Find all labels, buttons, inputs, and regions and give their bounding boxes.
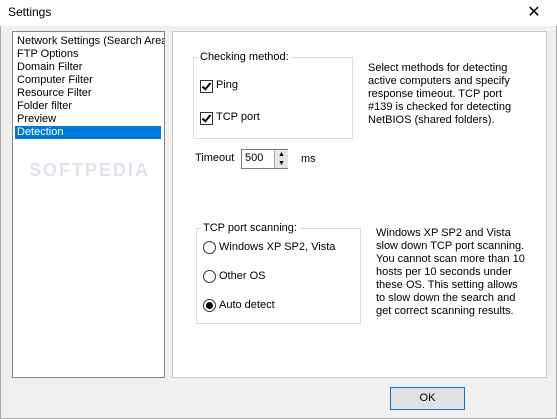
radio-other-os[interactable] xyxy=(203,270,216,283)
timeout-label: Timeout xyxy=(195,152,235,164)
radio-other-os-label[interactable]: Other OS xyxy=(219,270,265,282)
checking-method-legend: Checking method: xyxy=(198,51,291,63)
sidebar-item-preview[interactable]: Preview xyxy=(15,113,58,126)
checking-method-group xyxy=(193,57,353,139)
up-arrow-icon[interactable]: ▲ xyxy=(274,150,288,159)
tcp-port-scanning-description: Windows XP SP2 and Vista slow down TCP p… xyxy=(376,227,525,317)
down-arrow-icon[interactable]: ▼ xyxy=(274,159,288,168)
tcp-port-label[interactable]: TCP port xyxy=(216,111,260,123)
settings-window: Settings ✕ Network Settings (Search Area… xyxy=(0,0,557,419)
radio-auto-detect[interactable] xyxy=(203,299,216,312)
radio-auto-detect-label[interactable]: Auto detect xyxy=(219,299,275,311)
timeout-unit: ms xyxy=(301,153,316,165)
sidebar-item-resource-filter[interactable]: Resource Filter xyxy=(15,87,94,100)
tcp-port-scanning-legend: TCP port scanning: xyxy=(201,222,299,234)
sidebar-item-domain-filter[interactable]: Domain Filter xyxy=(15,61,84,74)
softpedia-watermark: SOFTPEDIA xyxy=(29,160,151,180)
sidebar-item-detection[interactable]: Detection xyxy=(15,126,161,139)
timeout-value[interactable]: 500 xyxy=(245,152,263,164)
ok-button[interactable]: OK xyxy=(390,387,465,410)
timeout-spinbox[interactable]: 500 ▲ ▼ xyxy=(241,149,288,169)
title-bar: Settings ✕ xyxy=(0,0,557,26)
sidebar-item-ftp-options[interactable]: FTP Options xyxy=(15,48,81,61)
tcp-port-checkbox[interactable] xyxy=(200,112,213,125)
checking-method-description: Select methods for detecting active comp… xyxy=(368,62,512,126)
sidebar-item-folder-filter[interactable]: Folder filter xyxy=(15,100,74,113)
ping-label[interactable]: Ping xyxy=(216,79,238,91)
sidebar-item-network-settings[interactable]: Network Settings (Search Area) xyxy=(15,35,164,48)
sidebar-item-computer-filter[interactable]: Computer Filter xyxy=(15,74,95,87)
radio-winxp-vista-label[interactable]: Windows XP SP2, Vista xyxy=(219,241,335,253)
window-title: Settings xyxy=(8,5,52,19)
ping-checkbox[interactable] xyxy=(200,80,213,93)
timeout-spin-buttons: ▲ ▼ xyxy=(274,150,288,168)
radio-winxp-vista[interactable] xyxy=(203,241,216,254)
settings-category-list[interactable]: Network Settings (Search Area) FTP Optio… xyxy=(12,31,165,378)
close-icon[interactable]: ✕ xyxy=(511,0,557,26)
